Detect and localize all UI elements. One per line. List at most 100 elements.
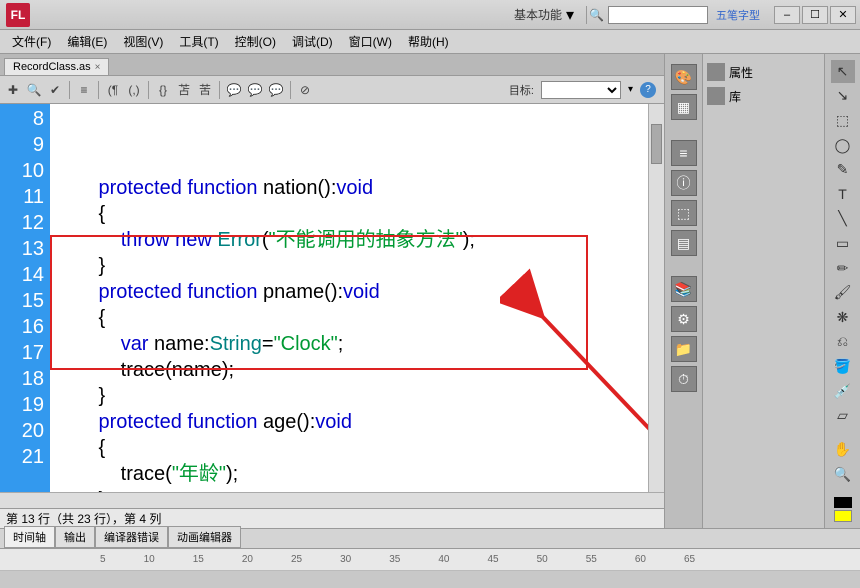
indent-icon[interactable]: ≡ xyxy=(75,81,93,99)
code-line[interactable]: protected function pname():void xyxy=(54,279,660,305)
tools-panel: ↖ ↘ ⬚ ◯ ✎ T ╲ ▭ ✏ 🖌 ❋ ⎌ 🪣 💉 ▱ ✋ 🔍 xyxy=(824,54,860,528)
pen-tool[interactable]: ✎ xyxy=(831,158,855,181)
menu-item[interactable]: 编辑(E) xyxy=(59,31,115,52)
block-comment-icon[interactable]: 💬 xyxy=(267,81,285,99)
bone-tool[interactable]: ⎌ xyxy=(831,331,855,354)
timeline-ruler[interactable]: 5101520253035404550556065 xyxy=(0,549,860,571)
chevron-down-icon: ▾ xyxy=(566,5,574,25)
eraser-tool[interactable]: ▱ xyxy=(831,404,855,427)
code-line[interactable]: protected function nation():void xyxy=(54,175,660,201)
help-icon[interactable]: ? xyxy=(640,82,656,98)
app-logo: FL xyxy=(6,3,30,27)
vertical-scrollbar[interactable] xyxy=(648,104,664,492)
check-icon[interactable]: ✔ xyxy=(46,81,64,99)
text-tool[interactable]: T xyxy=(831,183,855,206)
code-editor[interactable]: 89101112131415161718192021 protected fun… xyxy=(0,104,664,492)
close-icon[interactable]: × xyxy=(95,62,101,73)
line-gutter: 89101112131415161718192021 xyxy=(0,104,50,492)
cursor-position: 第 13 行（共 23 行），第 4 列 xyxy=(6,510,161,527)
titlebar: FL 基本功能 ▾ 🔍 五笔字型 – ☐ ✕ xyxy=(0,0,860,30)
horizontal-scrollbar[interactable] xyxy=(0,492,664,508)
menu-item[interactable]: 文件(F) xyxy=(4,31,59,52)
bottom-tab[interactable]: 动画编辑器 xyxy=(168,526,241,548)
code-line[interactable]: throw new Error("不能调用的抽象方法"); xyxy=(54,227,660,253)
search-input[interactable] xyxy=(608,6,708,24)
minimize-button[interactable]: – xyxy=(774,6,800,24)
bottom-tab[interactable]: 输出 xyxy=(55,526,95,548)
properties-icon xyxy=(707,63,725,81)
workspace-label: 基本功能 xyxy=(514,6,562,23)
menu-item[interactable]: 工具(T) xyxy=(171,31,226,52)
tab-label: RecordClass.as xyxy=(13,61,91,73)
subselect-tool[interactable]: ↘ xyxy=(831,85,855,108)
deco-tool[interactable]: ❋ xyxy=(831,306,855,329)
add-icon[interactable]: ✚ xyxy=(4,81,22,99)
menu-item[interactable]: 调试(D) xyxy=(284,31,341,52)
swatches-panel-icon[interactable]: ▦ xyxy=(671,94,697,120)
paren-icon[interactable]: (,) xyxy=(125,81,143,99)
stroke-color[interactable] xyxy=(834,497,852,508)
motion-panel-icon[interactable]: ⚙ xyxy=(671,306,697,332)
code-line[interactable]: { xyxy=(54,305,660,331)
bottom-tab[interactable]: 时间轴 xyxy=(4,526,55,548)
code-line[interactable]: { xyxy=(54,201,660,227)
color-panel-icon[interactable]: 🎨 xyxy=(671,64,697,90)
align-panel-icon[interactable]: ≡ xyxy=(671,140,697,166)
eyedropper-tool[interactable]: 💉 xyxy=(831,380,855,403)
comment-icon[interactable]: 💬 xyxy=(225,81,243,99)
zoom-tool[interactable]: 🔍 xyxy=(831,463,855,486)
bottom-tab[interactable]: 编译器错误 xyxy=(95,526,168,548)
library-panel-button[interactable]: 库 xyxy=(707,84,820,108)
paint-bucket-tool[interactable]: 🪣 xyxy=(831,355,855,378)
brace-icon[interactable]: (¶ xyxy=(104,81,122,99)
chevron-down-icon: ▾ xyxy=(628,84,633,95)
code-area[interactable]: protected function nation():void { throw… xyxy=(50,104,664,492)
code-line[interactable]: { xyxy=(54,435,660,461)
bracket3-icon[interactable]: 苦 xyxy=(196,81,214,99)
workspace-switcher[interactable]: 基本功能 ▾ xyxy=(514,5,574,25)
code-line[interactable]: } xyxy=(54,383,660,409)
target-select[interactable] xyxy=(541,81,621,99)
bracket2-icon[interactable]: 苫 xyxy=(175,81,193,99)
free-transform-tool[interactable]: ⬚ xyxy=(831,109,855,132)
library-icon xyxy=(707,87,725,105)
ime-label: 五笔字型 xyxy=(712,7,764,23)
info-panel-icon[interactable]: ⓘ xyxy=(671,170,697,196)
bottom-panel: 时间轴输出编译器错误动画编辑器 510152025303540455055606… xyxy=(0,528,860,588)
pencil-tool[interactable]: ✏ xyxy=(831,257,855,280)
document-tabs: RecordClass.as × xyxy=(0,54,664,76)
maximize-button[interactable]: ☐ xyxy=(802,6,828,24)
search-icon: 🔍 xyxy=(589,8,604,22)
find-icon[interactable]: 🔍 xyxy=(25,81,43,99)
menu-item[interactable]: 帮助(H) xyxy=(400,31,457,52)
line-tool[interactable]: ╲ xyxy=(831,208,855,231)
debug-icon[interactable]: ⊘ xyxy=(296,81,314,99)
code-line[interactable]: var name:String="Clock"; xyxy=(54,331,660,357)
close-button[interactable]: ✕ xyxy=(830,6,856,24)
bracket1-icon[interactable]: {} xyxy=(154,81,172,99)
document-tab[interactable]: RecordClass.as × xyxy=(4,58,109,75)
menu-item[interactable]: 控制(O) xyxy=(227,31,284,52)
components-panel-icon[interactable]: 📚 xyxy=(671,276,697,302)
selection-tool[interactable]: ↖ xyxy=(831,60,855,83)
panels-dock: 🎨 ▦ ≡ ⓘ ⬚ ▤ 📚 ⚙ 📁 ⏱ 属性 库 xyxy=(664,54,824,528)
code-line[interactable]: trace(name); xyxy=(54,357,660,383)
code-line[interactable]: } xyxy=(54,487,660,492)
hand-tool[interactable]: ✋ xyxy=(831,438,855,461)
rectangle-tool[interactable]: ▭ xyxy=(831,232,855,255)
properties-panel-button[interactable]: 属性 xyxy=(707,60,820,84)
snippets-panel-icon[interactable]: ▤ xyxy=(671,230,697,256)
project-panel-icon[interactable]: 📁 xyxy=(671,336,697,362)
fill-color[interactable] xyxy=(834,510,852,521)
code-line[interactable]: } xyxy=(54,253,660,279)
history-panel-icon[interactable]: ⏱ xyxy=(671,366,697,392)
menu-item[interactable]: 窗口(W) xyxy=(341,31,400,52)
code-line[interactable]: trace("年龄"); xyxy=(54,461,660,487)
transform-panel-icon[interactable]: ⬚ xyxy=(671,200,697,226)
editor-toolbar: ✚ 🔍 ✔ ≡ (¶ (,) {} 苫 苦 💬 💬 💬 ⊘ 目标: ▾ ? xyxy=(0,76,664,104)
brush-tool[interactable]: 🖌 xyxy=(831,281,855,304)
uncomment-icon[interactable]: 💬 xyxy=(246,81,264,99)
code-line[interactable]: protected function age():void xyxy=(54,409,660,435)
menu-item[interactable]: 视图(V) xyxy=(115,31,171,52)
lasso-tool[interactable]: ◯ xyxy=(831,134,855,157)
